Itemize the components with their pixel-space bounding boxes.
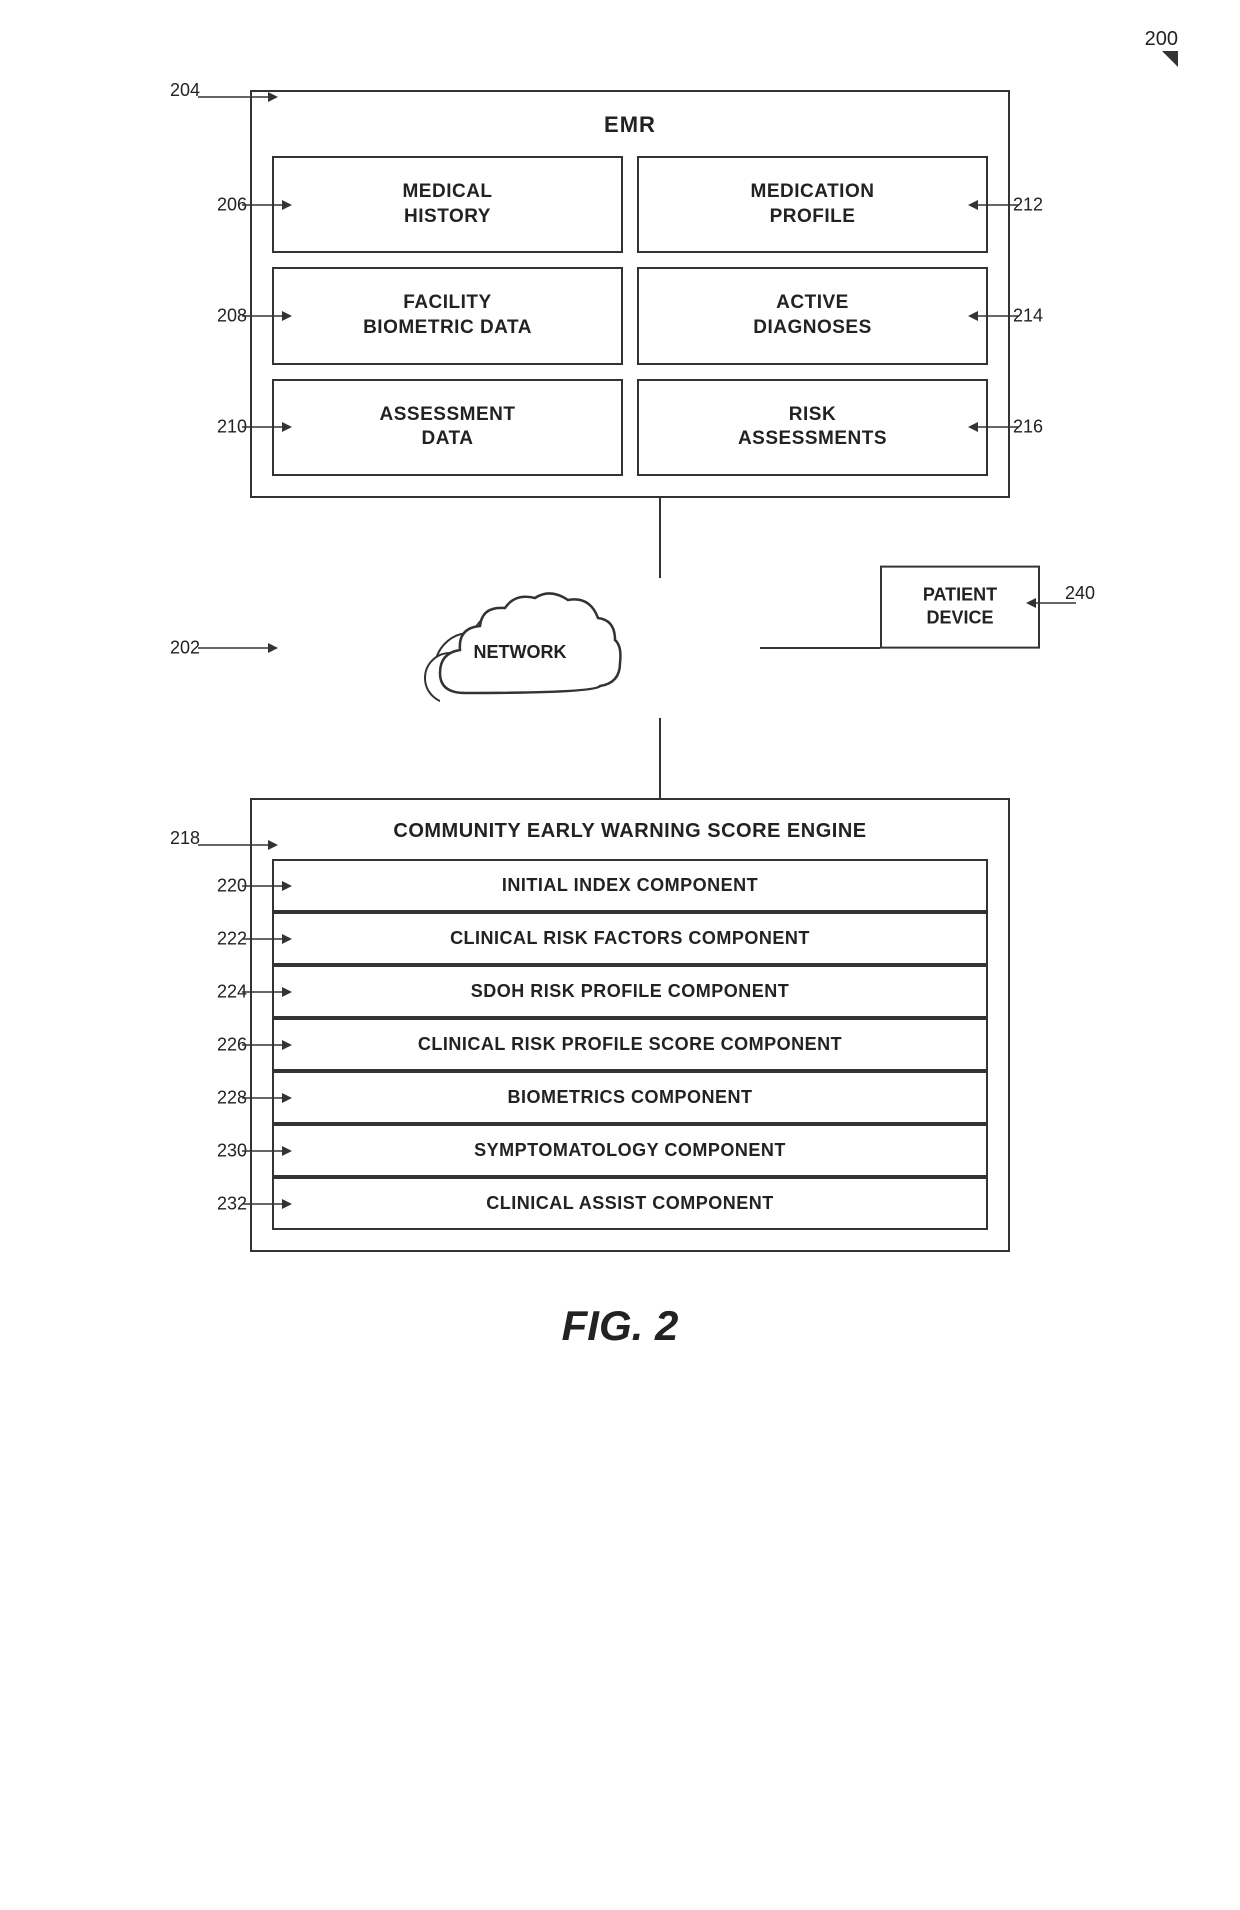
network-wrapper: 202	[170, 578, 1070, 718]
component-clinical-risk-profile-score: CLINICAL RISK PROFILE SCORE COMPONENT	[272, 1018, 988, 1071]
ref-230-arrow	[242, 1141, 292, 1161]
cloud-shape-container: NETWORK	[410, 578, 630, 718]
ref-220-arrow	[242, 876, 292, 896]
cews-component-220-wrapper: 220 INITIAL INDEX COMPONENT	[272, 859, 988, 912]
network-ref-arrow	[198, 638, 278, 658]
component-clinical-assist: CLINICAL ASSIST COMPONENT	[272, 1177, 988, 1230]
cloud-area: NETWORK	[280, 578, 760, 718]
cell-risk-assessments: RISKASSESSMENTS	[637, 379, 988, 476]
emr-ref-label: 204	[170, 80, 200, 101]
cews-ref-label: 218	[170, 828, 200, 849]
cews-wrapper: 218 COMMUNITY EARLY WARNING SCORE ENGINE…	[170, 798, 1070, 1252]
arrow-icon	[1142, 51, 1178, 87]
ref-212-arrow	[968, 195, 1018, 215]
page-container: 200 204 EMR 206 MEDICALH	[0, 0, 1240, 1910]
emr-cell-wrapper-risk-assessments: 216 RISKASSESSMENTS	[637, 379, 988, 476]
network-ref-label: 202	[170, 638, 200, 659]
network-row: NETWORK 240 PATIENTDEVICE	[280, 578, 1040, 718]
emr-wrapper: 204 EMR 206 MEDICALHISTORY	[170, 30, 1070, 498]
figure-ref-label: 200	[1145, 28, 1178, 51]
cews-component-228-wrapper: 228 BIOMETRICS COMPONENT	[272, 1071, 988, 1124]
ref-206-arrow	[242, 195, 292, 215]
cell-active-diagnoses: ACTIVEDIAGNOSES	[637, 267, 988, 364]
cews-component-222-wrapper: 222 CLINICAL RISK FACTORS COMPONENT	[272, 912, 988, 965]
emr-cell-wrapper-assessment-data: 210 ASSESSMENTDATA	[272, 379, 623, 476]
ref-232-arrow	[242, 1194, 292, 1214]
ref-214-arrow	[968, 306, 1018, 326]
emr-cell-wrapper-medication-profile: 212 MEDICATIONPROFILE	[637, 156, 988, 253]
component-symptomatology: SYMPTOMATOLOGY COMPONENT	[272, 1124, 988, 1177]
emr-cell-wrapper-medical-history: 206 MEDICALHISTORY	[272, 156, 623, 253]
figure-caption: FIG. 2	[562, 1302, 679, 1350]
connector-network-to-cews	[280, 718, 1040, 798]
figure-ref-200: 200	[1142, 28, 1178, 87]
horiz-line-network-device	[760, 646, 880, 650]
cloud-path-svg: NETWORK	[410, 578, 630, 718]
cell-medication-profile: MEDICATIONPROFILE	[637, 156, 988, 253]
ref-226-arrow	[242, 1035, 292, 1055]
cell-facility-biometric-data: FACILITYBIOMETRIC DATA	[272, 267, 623, 364]
ref-216-arrow	[968, 417, 1018, 437]
patient-device-wrapper: 240 PATIENTDEVICE	[880, 607, 1040, 690]
vertical-line-1	[658, 498, 662, 578]
emr-block: EMR 206 MEDICALHISTORY 212	[250, 90, 1010, 498]
ref-222-arrow	[242, 929, 292, 949]
emr-title: EMR	[272, 112, 988, 138]
component-sdoh-risk-profile: SDOH RISK PROFILE COMPONENT	[272, 965, 988, 1018]
cews-component-226-wrapper: 226 CLINICAL RISK PROFILE SCORE COMPONEN…	[272, 1018, 988, 1071]
ref-210-arrow	[242, 417, 292, 437]
component-initial-index: INITIAL INDEX COMPONENT	[272, 859, 988, 912]
cews-component-224-wrapper: 224 SDOH RISK PROFILE COMPONENT	[272, 965, 988, 1018]
cews-component-230-wrapper: 230 SYMPTOMATOLOGY COMPONENT	[272, 1124, 988, 1177]
svg-text:NETWORK: NETWORK	[474, 642, 567, 662]
cell-medical-history: MEDICALHISTORY	[272, 156, 623, 253]
cews-title: COMMUNITY EARLY WARNING SCORE ENGINE	[272, 820, 988, 843]
patient-device-box: PATIENTDEVICE	[880, 565, 1040, 648]
emr-cell-wrapper-facility: 208 FACILITYBIOMETRIC DATA	[272, 267, 623, 364]
emr-grid: 206 MEDICALHISTORY 212 MEDICATIONPROFILE	[272, 156, 988, 476]
ref-228-arrow	[242, 1088, 292, 1108]
ref-224-arrow	[242, 982, 292, 1002]
emr-cell-wrapper-active-diagnoses: 214 ACTIVEDIAGNOSES	[637, 267, 988, 364]
vertical-line-2	[658, 718, 662, 798]
cell-assessment-data: ASSESSMENTDATA	[272, 379, 623, 476]
ref-208-arrow	[242, 306, 292, 326]
component-biometrics: BIOMETRICS COMPONENT	[272, 1071, 988, 1124]
cews-block: COMMUNITY EARLY WARNING SCORE ENGINE 220…	[250, 798, 1010, 1252]
component-clinical-risk-factors: CLINICAL RISK FACTORS COMPONENT	[272, 912, 988, 965]
cews-component-232-wrapper: 232 CLINICAL ASSIST COMPONENT	[272, 1177, 988, 1230]
